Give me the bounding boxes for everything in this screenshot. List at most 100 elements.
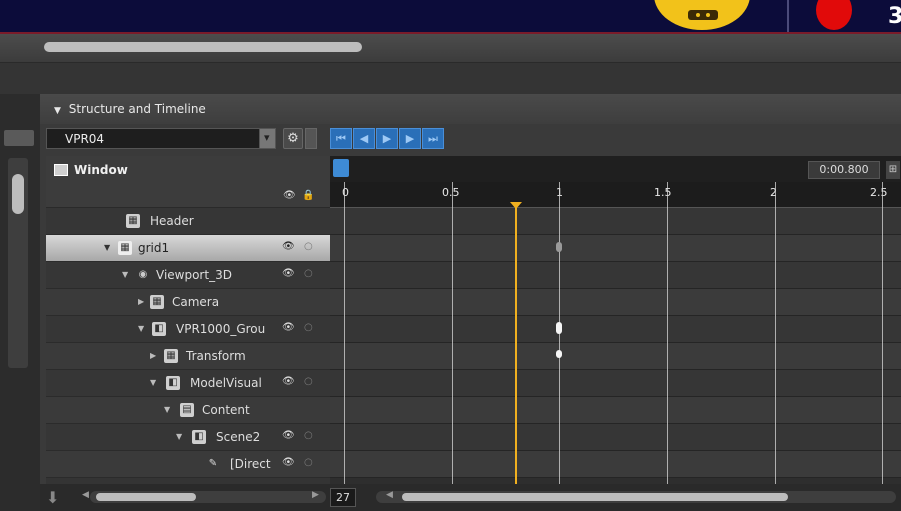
tree-item-camera[interactable]: ▶ ▦ Camera — [46, 289, 330, 316]
snap-toggle-icon[interactable]: ⊞ — [886, 161, 900, 179]
tree-item-header[interactable]: ▦ Header — [46, 208, 330, 235]
tree-item-label: Viewport_3D — [156, 268, 232, 282]
keyframe[interactable] — [556, 322, 562, 334]
visibility-eye-icon[interactable]: 👁 — [282, 376, 295, 387]
current-time-field[interactable]: 0:00.800 — [808, 161, 880, 179]
timeline-track[interactable] — [330, 343, 901, 370]
visibility-eye-icon[interactable]: 👁 — [282, 457, 295, 468]
group-icon: ◧ — [192, 430, 206, 444]
secondary-toolbar — [0, 62, 901, 94]
expand-arrow-icon[interactable]: ▼ — [122, 270, 128, 279]
record-button[interactable] — [816, 0, 852, 30]
gridline — [667, 182, 668, 484]
timeline-track[interactable] — [330, 424, 901, 451]
visibility-eye-icon[interactable]: 👁 — [282, 268, 295, 279]
object-tree: Window 👁 🔒 ▦ Header ▼ ▦ grid1 👁 ○ ▼ ◉ Vi… — [46, 156, 330, 484]
zoom-level-field[interactable]: 27 — [330, 488, 356, 507]
keyframe[interactable] — [556, 350, 562, 358]
step-back-icon[interactable]: ◀ — [353, 128, 375, 149]
lock-toggle-icon[interactable]: ○ — [304, 268, 313, 279]
lock-toggle-icon[interactable]: ○ — [304, 241, 313, 252]
tree-item-transform[interactable]: ▶ ▦ Transform — [46, 343, 330, 370]
ruler-tick-label: 0.5 — [442, 186, 460, 199]
play-icon[interactable]: ▶ — [376, 128, 398, 149]
tree-item-directional-light[interactable]: ✎ [Direct 👁 ○ — [46, 451, 330, 478]
timeline-area[interactable]: 0:00.800 ⊞ 0 0.5 1 1.5 2 2.5 — [330, 156, 901, 484]
side-tab[interactable] — [4, 130, 34, 146]
tree-scroll-thumb[interactable] — [96, 493, 196, 501]
scroll-left-icon[interactable]: ◀ — [82, 490, 89, 500]
timeline-track[interactable] — [330, 397, 901, 424]
tree-item-label: Transform — [186, 349, 246, 363]
light-icon: ✎ — [208, 458, 218, 469]
record-keyframe-icon[interactable] — [333, 159, 349, 177]
timeline-track[interactable] — [330, 262, 901, 289]
visibility-eye-icon[interactable]: 👁 — [282, 241, 295, 252]
storyboard-dropdown[interactable]: VPR04 — [46, 128, 276, 149]
expand-arrow-icon[interactable]: ▶ — [138, 297, 144, 306]
lock-icon[interactable]: 🔒 — [302, 190, 314, 201]
storyboard-options-icon[interactable]: ⚙ — [283, 128, 303, 149]
panel-header[interactable]: ▼ Structure and Timeline — [40, 94, 901, 124]
expand-arrow-icon[interactable]: ▼ — [176, 432, 182, 441]
expand-arrow-icon[interactable]: ▼ — [138, 324, 144, 333]
tree-item-scene2[interactable]: ▼ ◧ Scene2 👁 ○ — [46, 424, 330, 451]
structure-timeline-panel: ▼ Structure and Timeline VPR04 ⚙ ⏮ ◀ ▶ ▶… — [40, 94, 901, 511]
gridline — [775, 182, 776, 484]
panel-title: Structure and Timeline — [68, 102, 206, 116]
go-to-end-icon[interactable]: ⏭ — [422, 128, 444, 149]
tree-item-viewport-3d[interactable]: ▼ ◉ Viewport_3D 👁 ○ — [46, 262, 330, 289]
grid-icon: ▦ — [164, 349, 178, 363]
timeline-track[interactable] — [330, 208, 901, 235]
timeline-track[interactable] — [330, 235, 901, 262]
expand-arrow-icon[interactable]: ▼ — [150, 378, 156, 387]
expand-arrow-icon[interactable]: ▶ — [150, 351, 156, 360]
tree-item-label: VPR1000_Grou — [176, 322, 266, 336]
timeline-track[interactable] — [330, 316, 901, 343]
timeline-scroll-thumb[interactable] — [402, 493, 788, 501]
scroll-right-icon[interactable]: ▶ — [312, 490, 319, 500]
grid-icon: ▦ — [150, 295, 164, 309]
lock-toggle-icon[interactable]: ○ — [304, 376, 313, 387]
tree-item-modelvisual[interactable]: ▼ ◧ ModelVisual 👁 ○ — [46, 370, 330, 397]
step-forward-icon[interactable]: ▶ — [399, 128, 421, 149]
timeline-track[interactable] — [330, 451, 901, 478]
tree-item-label: [Direct — [230, 457, 271, 471]
group-icon: ◧ — [152, 322, 166, 336]
upper-horizontal-scrollbar[interactable] — [44, 42, 362, 52]
keyframe[interactable] — [556, 242, 562, 252]
tree-item-grid1[interactable]: ▼ ▦ grid1 👁 ○ — [46, 235, 330, 262]
tree-item-vpr1000-group[interactable]: ▼ ◧ VPR1000_Grou 👁 ○ — [46, 316, 330, 343]
content-icon: ▤ — [180, 403, 194, 417]
go-to-start-icon[interactable]: ⏮ — [330, 128, 352, 149]
playhead[interactable] — [515, 204, 517, 484]
options-dropdown-arrow[interactable] — [305, 128, 317, 149]
lock-toggle-icon[interactable]: ○ — [304, 430, 313, 441]
timeline-track[interactable] — [330, 289, 901, 316]
expand-arrow-icon[interactable]: ▼ — [164, 405, 170, 414]
collapse-triangle-icon[interactable]: ▼ — [54, 106, 61, 116]
top-bar: 3 — [0, 0, 901, 34]
left-scroll-thumb[interactable] — [12, 174, 24, 214]
visibility-eye-icon[interactable]: 👁 — [282, 430, 295, 441]
timeline-scroll-left-icon[interactable]: ◀ — [386, 490, 393, 500]
lock-toggle-icon[interactable]: ○ — [304, 322, 313, 333]
time-ruler[interactable]: 0 0.5 1 1.5 2 2.5 — [330, 182, 901, 208]
tree-root-row[interactable]: Window 👁 🔒 — [46, 156, 330, 208]
timeline-header: 0:00.800 ⊞ — [330, 156, 901, 182]
ruler-tick-label: 1.5 — [654, 186, 672, 199]
lock-toggle-icon[interactable]: ○ — [304, 457, 313, 468]
left-side-strip — [0, 94, 40, 511]
timeline-track[interactable] — [330, 370, 901, 397]
tree-item-content[interactable]: ▼ ▤ Content — [46, 397, 330, 424]
visibility-eye-icon[interactable]: 👁 — [283, 190, 296, 201]
upper-toolbar — [0, 34, 901, 62]
down-arrow-icon[interactable]: ⬇ — [46, 488, 70, 508]
top-bar-divider — [787, 0, 789, 32]
gridline — [882, 182, 883, 484]
grid-icon: ▦ — [126, 214, 140, 228]
dropdown-arrow-icon[interactable] — [259, 128, 276, 149]
expand-arrow-icon[interactable]: ▼ — [104, 243, 110, 252]
tree-item-label: Content — [202, 403, 250, 417]
visibility-eye-icon[interactable]: 👁 — [282, 322, 295, 333]
